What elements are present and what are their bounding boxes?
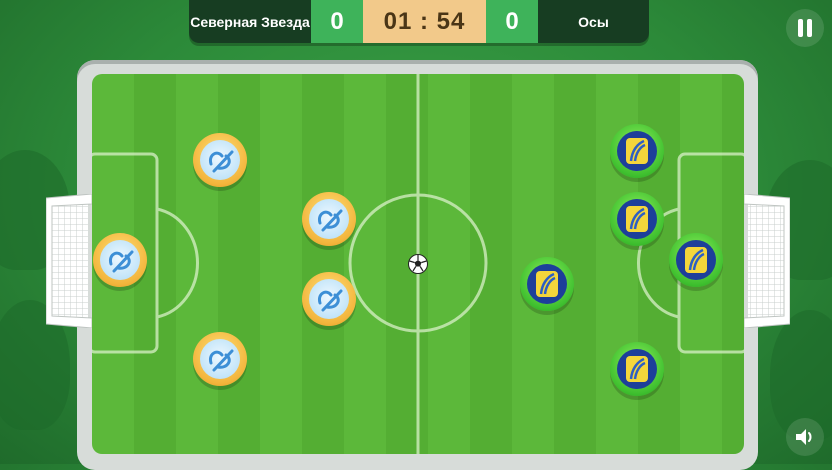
away-player-chip[interactable] (610, 342, 664, 396)
left-goal (46, 194, 92, 328)
away-goalkeeper-chip[interactable] (669, 233, 723, 287)
home-score: 0 (311, 0, 363, 43)
home-team-logo-icon (317, 289, 343, 312)
away-team-name: Осы (538, 0, 649, 43)
home-team-logo-icon (208, 349, 234, 372)
home-player-chip[interactable] (193, 133, 247, 187)
home-team-logo-icon (208, 150, 234, 173)
scoreboard: Северная Звезда 0 01 : 54 0 Осы (189, 0, 649, 43)
home-goalkeeper-chip[interactable] (93, 233, 147, 287)
sound-button[interactable] (786, 418, 824, 456)
match-timer: 01 : 54 (363, 0, 486, 43)
away-team-logo-icon (536, 271, 558, 297)
home-team-logo-icon (317, 209, 343, 232)
away-player-chip[interactable] (520, 257, 574, 311)
home-team-logo-icon (108, 250, 134, 273)
away-team-logo-icon (626, 206, 648, 232)
away-player-chip[interactable] (610, 192, 664, 246)
speaker-icon (796, 429, 812, 445)
away-team-logo-icon (626, 138, 648, 164)
home-player-chip[interactable] (302, 272, 356, 326)
away-player-chip[interactable] (610, 124, 664, 178)
pause-icon (796, 19, 814, 37)
soccer-ball-icon[interactable] (408, 254, 428, 274)
home-player-chip[interactable] (302, 192, 356, 246)
away-team-logo-icon (685, 247, 707, 273)
home-player-chip[interactable] (193, 332, 247, 386)
right-goal (744, 194, 790, 328)
away-team-logo-icon (626, 356, 648, 382)
home-team-name: Северная Звезда (189, 0, 311, 43)
pause-button[interactable] (786, 9, 824, 47)
away-score: 0 (486, 0, 538, 43)
